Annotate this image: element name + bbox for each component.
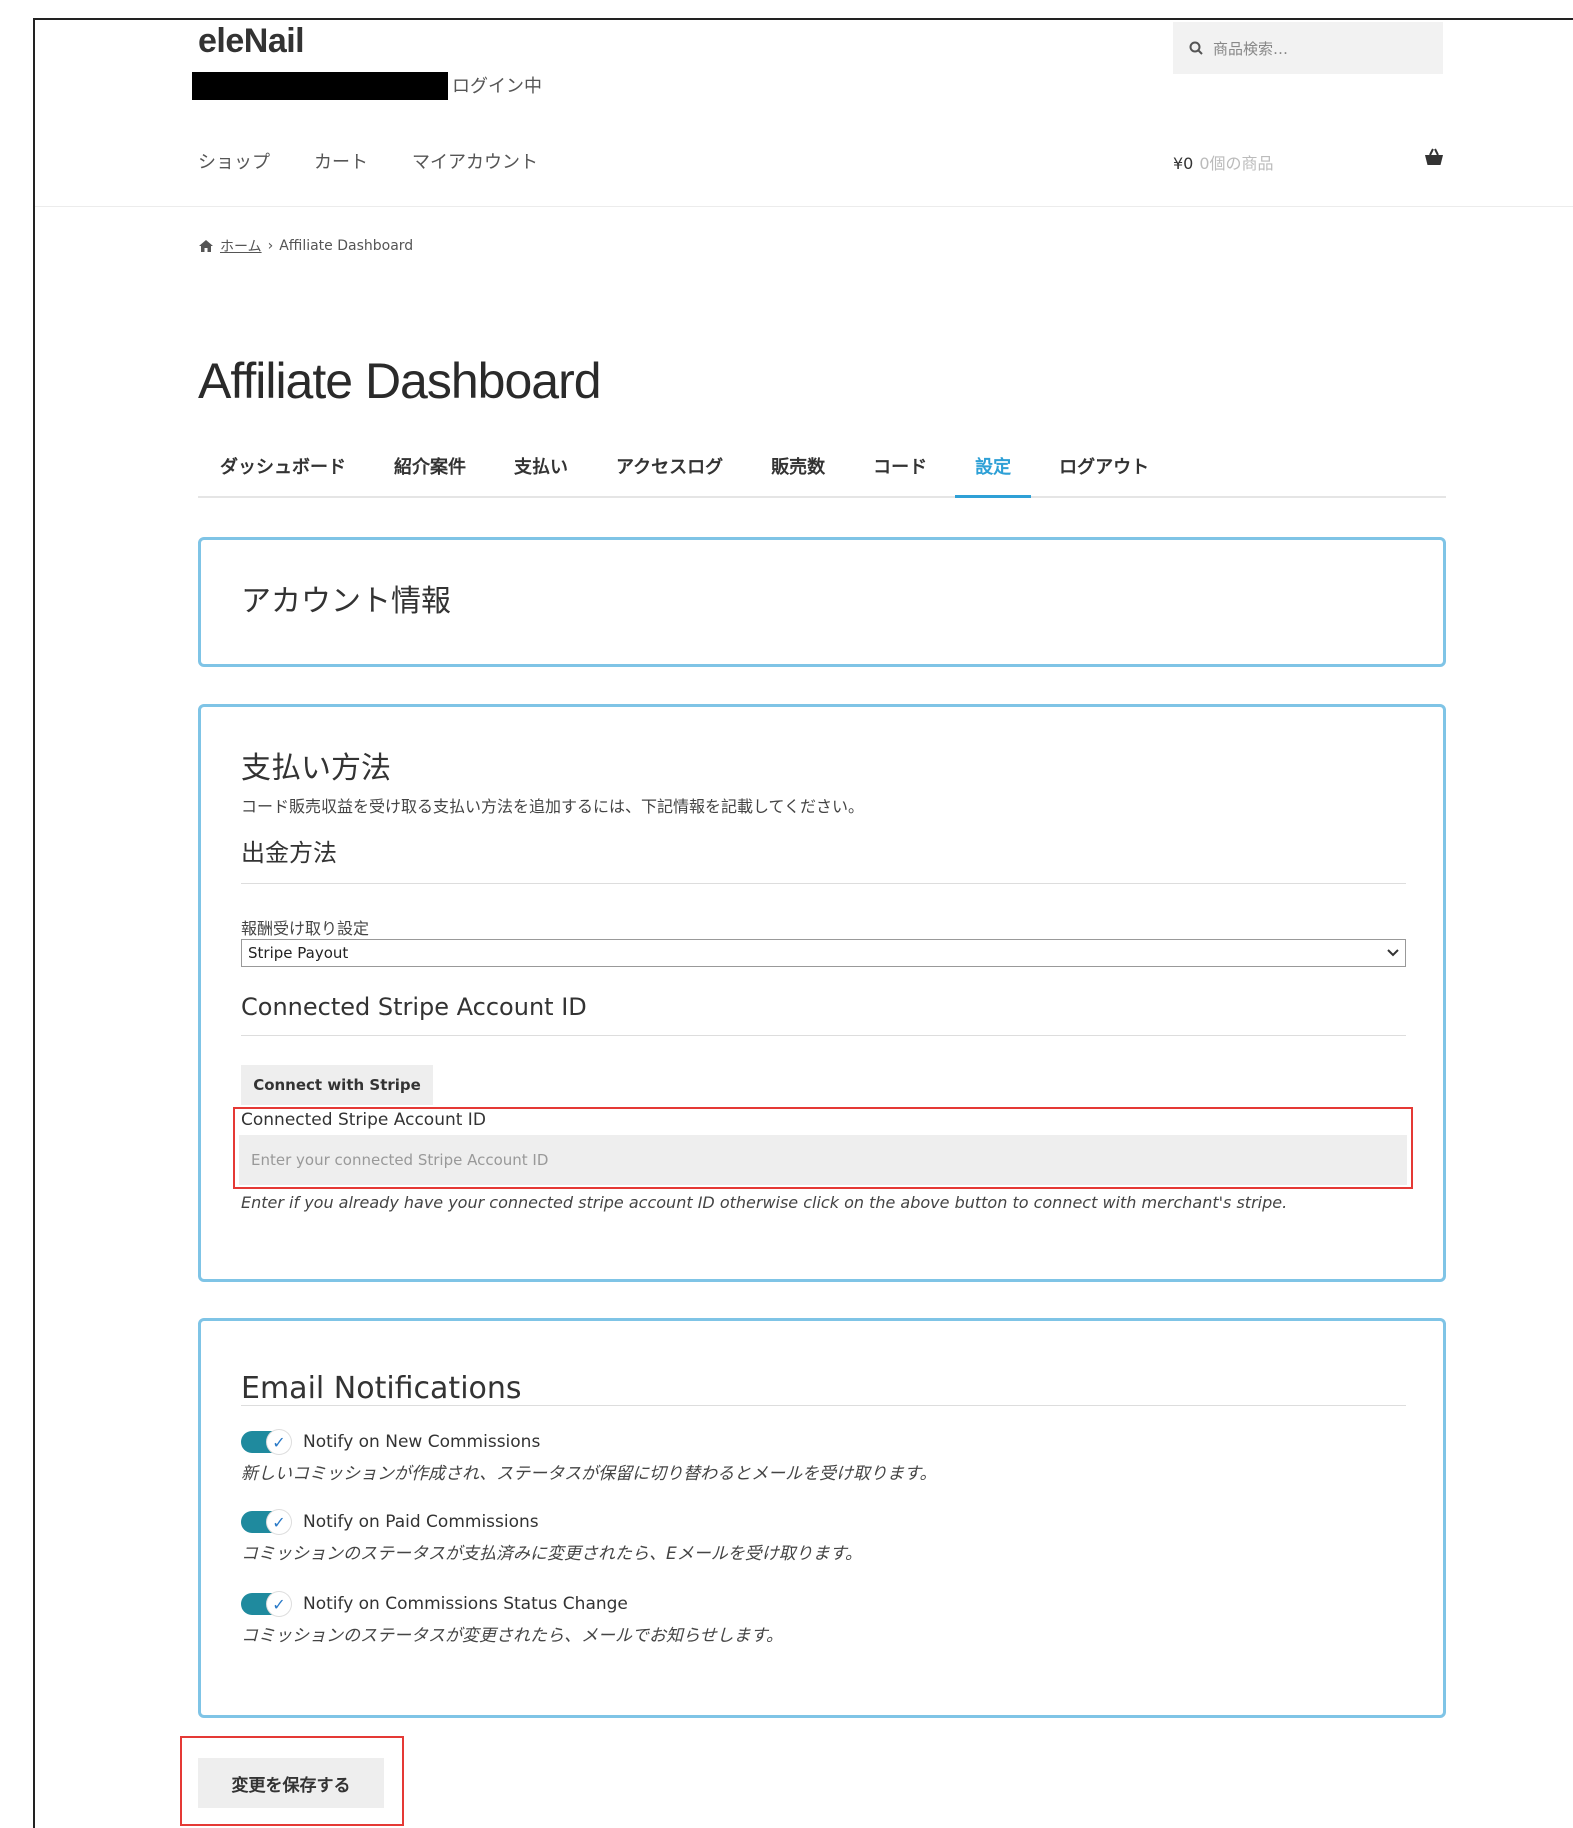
cart-amount: ¥0	[1173, 154, 1194, 173]
toggle-description: 新しいコミッションが作成され、ステータスが保留に切り替わるとメールを受け取ります…	[241, 1464, 937, 1484]
connect-with-stripe-button[interactable]: Connect with Stripe	[241, 1065, 433, 1105]
home-icon	[199, 240, 213, 252]
stripe-account-id-help: Enter if you already have your connected…	[241, 1193, 1288, 1212]
breadcrumb-home-link[interactable]: ホーム	[220, 236, 262, 256]
toggle-label: Notify on New Commissions	[303, 1432, 541, 1452]
save-changes-button[interactable]: 変更を保存する	[198, 1758, 384, 1808]
email-notifications-card: Email Notifications ✓ Notify on New Comm…	[198, 1318, 1446, 1718]
payment-method-title: 支払い方法	[241, 751, 391, 786]
redacted-username	[192, 72, 448, 100]
login-status: ログイン中	[452, 76, 542, 97]
nav-item-shop[interactable]: ショップ	[198, 148, 270, 174]
dashboard-tabs: ダッシュボード 紹介案件 支払い アクセスログ 販売数 コード 設定 ログアウト	[198, 440, 1446, 498]
divider	[241, 1405, 1406, 1406]
tab-dashboard[interactable]: ダッシュボード	[220, 440, 346, 496]
main-nav: ショップ カート マイアカウント	[198, 148, 538, 174]
stripe-account-id-placeholder: Enter your connected Stripe Account ID	[251, 1151, 549, 1169]
tab-access-log[interactable]: アクセスログ	[616, 440, 723, 496]
payment-method-description: コード販売収益を受け取る支払い方法を追加するには、下記情報を記載してください。	[241, 797, 865, 816]
payout-select[interactable]: Stripe Payout	[241, 939, 1406, 967]
tab-sales[interactable]: 販売数	[771, 440, 825, 496]
notify-status-change-toggle[interactable]: ✓	[241, 1592, 291, 1616]
notification-row: ✓ Notify on New Commissions 新しいコミッションが作成…	[241, 1430, 937, 1484]
payment-method-card: 支払い方法 コード販売収益を受け取る支払い方法を追加するには、下記情報を記載して…	[198, 704, 1446, 1282]
divider	[241, 883, 1406, 884]
search-input[interactable]: 商品検索…	[1173, 22, 1443, 74]
tab-payments[interactable]: 支払い	[514, 440, 568, 496]
breadcrumb-current: Affiliate Dashboard	[279, 238, 414, 254]
tab-settings[interactable]: 設定	[955, 440, 1032, 498]
page-title: Affiliate Dashboard	[198, 353, 602, 409]
toggle-label: Notify on Paid Commissions	[303, 1512, 539, 1532]
notification-row: ✓ Notify on Paid Commissions コミッションのステータ…	[241, 1510, 863, 1564]
header-divider	[35, 206, 1573, 207]
basket-icon[interactable]	[1424, 148, 1444, 170]
stripe-account-id-label: Connected Stripe Account ID	[241, 1110, 486, 1130]
toggle-description: コミッションのステータスが変更されたら、メールでお知らせします。	[241, 1626, 783, 1646]
payout-setting-label: 報酬受け取り設定	[241, 919, 370, 938]
divider	[241, 1035, 1406, 1036]
stripe-account-title: Connected Stripe Account ID	[241, 993, 587, 1021]
tab-code[interactable]: コード	[873, 440, 927, 496]
breadcrumb-separator: ›	[267, 238, 274, 254]
stripe-account-id-input[interactable]: Enter your connected Stripe Account ID	[239, 1135, 1407, 1185]
toggle-label: Notify on Commissions Status Change	[303, 1594, 628, 1614]
search-placeholder: 商品検索…	[1213, 39, 1289, 58]
site-logo[interactable]: eleNail	[198, 22, 305, 61]
nav-item-my-account[interactable]: マイアカウント	[412, 148, 538, 174]
check-icon: ✓	[267, 1510, 291, 1534]
notify-paid-commissions-toggle[interactable]: ✓	[241, 1510, 291, 1534]
withdrawal-method-title: 出金方法	[241, 839, 337, 867]
toggle-description: コミッションのステータスが支払済みに変更されたら、Eメールを受け取ります。	[241, 1544, 863, 1564]
tab-referrals[interactable]: 紹介案件	[394, 440, 466, 496]
check-icon: ✓	[267, 1430, 291, 1454]
account-info-card: アカウント情報	[198, 537, 1446, 667]
cart-summary[interactable]: ¥0 0個の商品	[1173, 150, 1274, 174]
cart-count: 0個の商品	[1199, 154, 1274, 173]
email-notifications-title: Email Notifications	[241, 1371, 522, 1406]
payout-selected-value: Stripe Payout	[248, 944, 349, 962]
nav-item-cart[interactable]: カート	[314, 148, 368, 174]
check-icon: ✓	[267, 1592, 291, 1616]
search-icon	[1189, 41, 1203, 55]
tab-logout[interactable]: ログアウト	[1059, 440, 1149, 496]
chevron-down-icon	[1387, 949, 1399, 957]
notify-new-commissions-toggle[interactable]: ✓	[241, 1430, 291, 1454]
notification-row: ✓ Notify on Commissions Status Change コミ…	[241, 1592, 783, 1646]
breadcrumb: ホーム › Affiliate Dashboard	[198, 236, 413, 256]
account-info-title: アカウント情報	[241, 584, 451, 619]
